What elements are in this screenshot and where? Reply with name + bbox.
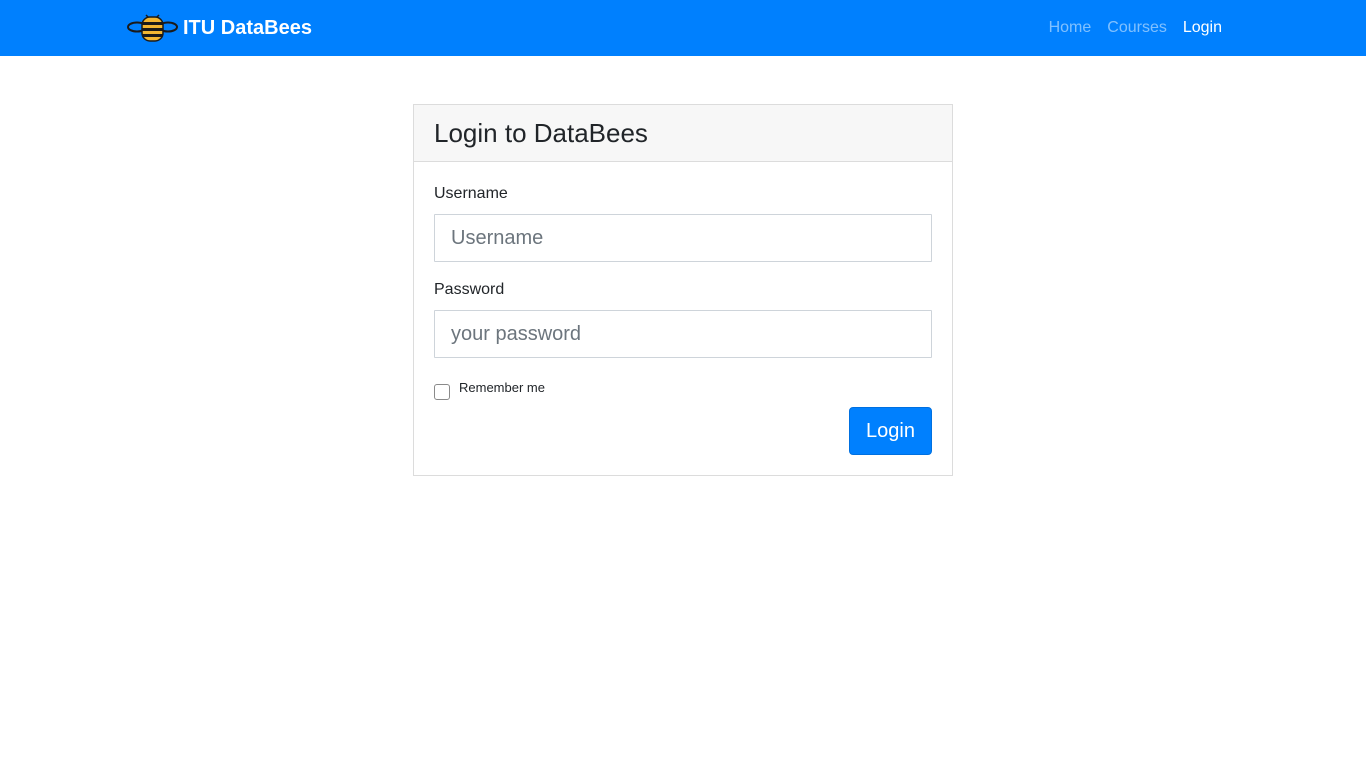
bee-icon [127, 14, 178, 42]
password-input[interactable] [434, 310, 932, 358]
brand-name: ITU DataBees [183, 17, 312, 39]
remember-me-checkbox[interactable] [434, 384, 450, 400]
remember-me-label[interactable]: Remember me [459, 380, 545, 396]
login-card-title: Login to DataBees [434, 118, 648, 148]
login-card: Login to DataBees Username Password Reme… [413, 104, 953, 476]
login-button[interactable]: Login [849, 407, 932, 455]
login-card-header: Login to DataBees [414, 105, 952, 162]
remember-me-row: Remember me [434, 380, 545, 400]
username-input[interactable] [434, 214, 932, 262]
brand-link[interactable]: ITU DataBees [127, 14, 312, 42]
password-label: Password [434, 281, 505, 298]
nav-courses-link[interactable]: Courses [1099, 16, 1175, 40]
top-navbar: ITU DataBees Home Courses Login [0, 0, 1366, 56]
username-label: Username [434, 185, 508, 202]
nav-links: Home Courses Login [1041, 0, 1230, 56]
nav-home-link[interactable]: Home [1041, 16, 1100, 40]
nav-login-link[interactable]: Login [1175, 16, 1230, 40]
